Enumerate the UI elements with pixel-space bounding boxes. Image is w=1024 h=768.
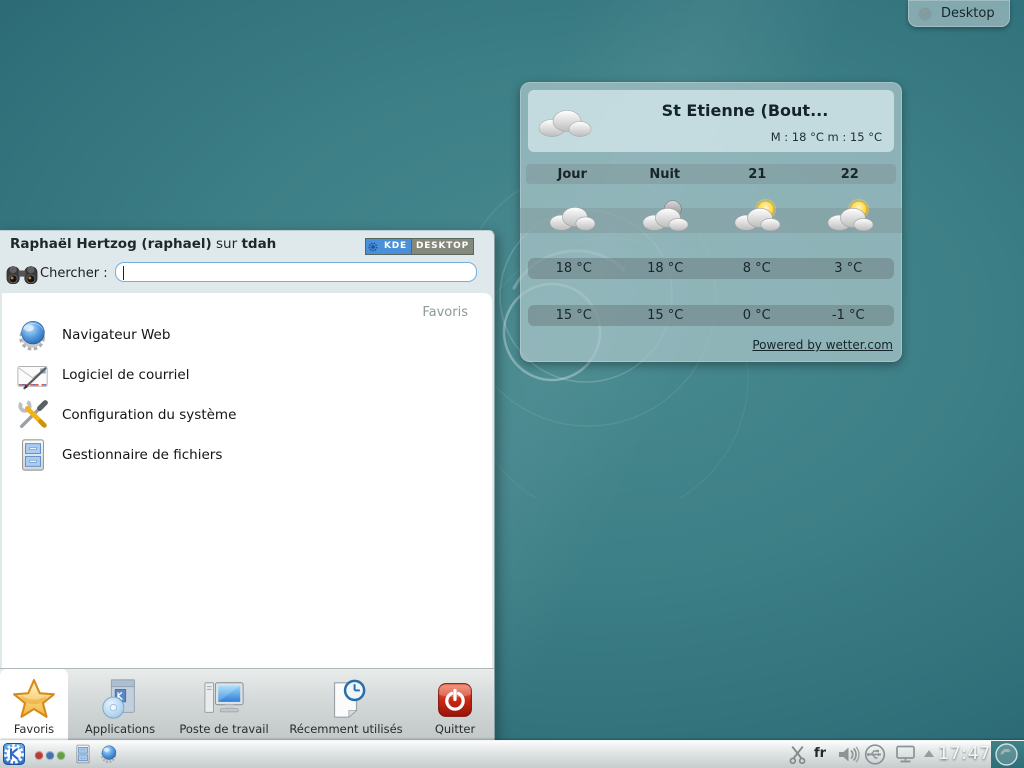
tab-label: Quitter (435, 722, 475, 736)
high-temp: 3 °C (803, 261, 895, 276)
sun-behind-cloud-icon (825, 198, 875, 234)
high-temp: 18 °C (528, 261, 620, 276)
favorite-item-label: Navigateur Web (62, 327, 170, 343)
weather-col-date-21: 21 (711, 167, 804, 182)
low-temp: 15 °C (620, 308, 712, 323)
user-separator: sur (216, 236, 237, 252)
panel-toolbox-cashew-icon[interactable] (995, 743, 1018, 766)
panel-corner (991, 741, 1024, 768)
tab-leave[interactable]: Quitter (416, 669, 494, 741)
kde-gear-icon (366, 239, 380, 254)
kickoff-search-row: Chercher : (0, 257, 494, 293)
network-monitor-icon[interactable] (894, 745, 918, 764)
recent-documents-icon (325, 678, 367, 720)
mail-icon (16, 359, 50, 391)
low-temp: 15 °C (528, 308, 620, 323)
sun-behind-cloud-icon (732, 198, 782, 234)
weather-minmax-summary: M : 18 °C m : 15 °C (771, 130, 882, 144)
cloudy-icon (547, 198, 597, 234)
text-caret (123, 266, 124, 280)
file-manager-icon (16, 438, 50, 472)
favorite-item-system-settings[interactable]: Configuration du système (16, 395, 466, 435)
high-temp: 18 °C (620, 261, 712, 276)
favorite-item-label: Logiciel de courriel (62, 367, 189, 383)
weather-low-temps-row: 15 °C 15 °C 0 °C -1 °C (528, 305, 894, 326)
favorite-item-mail-client[interactable]: Logiciel de courriel (16, 355, 466, 395)
tray-expander-arrow[interactable] (924, 750, 934, 757)
weather-high-temps-row: 18 °C 18 °C 8 °C 3 °C (528, 258, 894, 279)
desktop-screen: Desktop St Etienne (Bout... M : 18 °C m … (0, 0, 1024, 768)
system-settings-icon (16, 398, 50, 432)
kickoff-menu: Raphaël Hertzog (raphael) sur tdah KDE D… (0, 230, 495, 741)
search-label: Chercher : (40, 266, 108, 281)
weather-condition-icons (526, 190, 896, 242)
search-input[interactable] (115, 262, 477, 282)
tab-label: Poste de travail (179, 722, 268, 736)
taskbar-panel: fr 17:47 (0, 740, 1024, 768)
kickoff-tab-bar: Favoris Applications (0, 668, 494, 741)
user-fullname: Raphaël Hertzog (raphael) (10, 236, 212, 252)
hostname: tdah (241, 236, 276, 252)
tab-label: Favoris (14, 722, 54, 736)
tab-applications[interactable]: Applications (68, 669, 172, 741)
tab-favorites[interactable]: Favoris (0, 669, 68, 741)
folderview-title: Desktop (941, 6, 995, 21)
high-temp: 8 °C (711, 261, 803, 276)
favorites-star-icon (12, 678, 56, 720)
file-manager-launcher[interactable] (73, 744, 93, 764)
clipboard-scissors-icon[interactable] (789, 745, 806, 764)
weather-col-night: Nuit (619, 167, 712, 182)
computer-icon (203, 678, 245, 720)
badge-desktop-label: DESKTOP (411, 239, 473, 254)
weather-location-title: St Etienne (Bout... (606, 101, 884, 120)
tab-recently-used[interactable]: Récemment utilisés (276, 669, 416, 741)
volume-icon[interactable] (838, 746, 860, 763)
usb-device-notifier-icon[interactable] (864, 744, 886, 765)
kickoff-user-line: Raphaël Hertzog (raphael) sur tdah (10, 236, 276, 256)
kickoff-favorites-view: Favoris Navigateur Web (2, 293, 492, 669)
favorite-item-label: Gestionnaire de fichiers (62, 447, 222, 463)
badge-kde-label: KDE (380, 239, 411, 254)
pager-dot-blue[interactable] (46, 751, 54, 759)
folderview-peek-icon (917, 6, 933, 22)
keyboard-layout-indicator[interactable]: fr (814, 746, 826, 761)
weather-column-headers: Jour Nuit 21 22 (526, 164, 896, 184)
panel-clock[interactable]: 17:47 (938, 744, 992, 764)
quit-power-icon (435, 680, 475, 720)
favorite-item-label: Configuration du système (62, 407, 236, 423)
cloudy-night-icon (640, 198, 690, 234)
weather-credit-link[interactable]: Powered by wetter.com (752, 338, 893, 352)
binoculars-search-icon (6, 260, 38, 288)
tab-computer[interactable]: Poste de travail (172, 669, 276, 741)
web-browser-launcher[interactable] (99, 744, 119, 764)
pager-dot-green[interactable] (57, 751, 65, 759)
favorite-item-web-browser[interactable]: Navigateur Web (16, 315, 466, 355)
folderview-widget[interactable]: Desktop (908, 0, 1010, 27)
weather-col-day: Jour (526, 167, 619, 182)
weather-widget[interactable]: St Etienne (Bout... M : 18 °C m : 15 °C … (520, 82, 902, 362)
weather-header: St Etienne (Bout... M : 18 °C m : 15 °C (528, 90, 894, 152)
kmenu-launcher-button[interactable] (3, 743, 25, 765)
tab-label: Récemment utilisés (289, 722, 402, 736)
tab-label: Applications (85, 722, 155, 736)
favorite-item-file-manager[interactable]: Gestionnaire de fichiers (16, 435, 466, 475)
low-temp: -1 °C (803, 308, 895, 323)
applications-icon (99, 678, 141, 720)
weather-current-cloudy-icon (536, 102, 594, 140)
kde-desktop-badge: KDE DESKTOP (365, 238, 474, 255)
low-temp: 0 °C (711, 308, 803, 323)
web-browser-icon (16, 318, 50, 352)
weather-col-date-22: 22 (804, 167, 897, 182)
pager-dot-red[interactable] (35, 751, 43, 759)
